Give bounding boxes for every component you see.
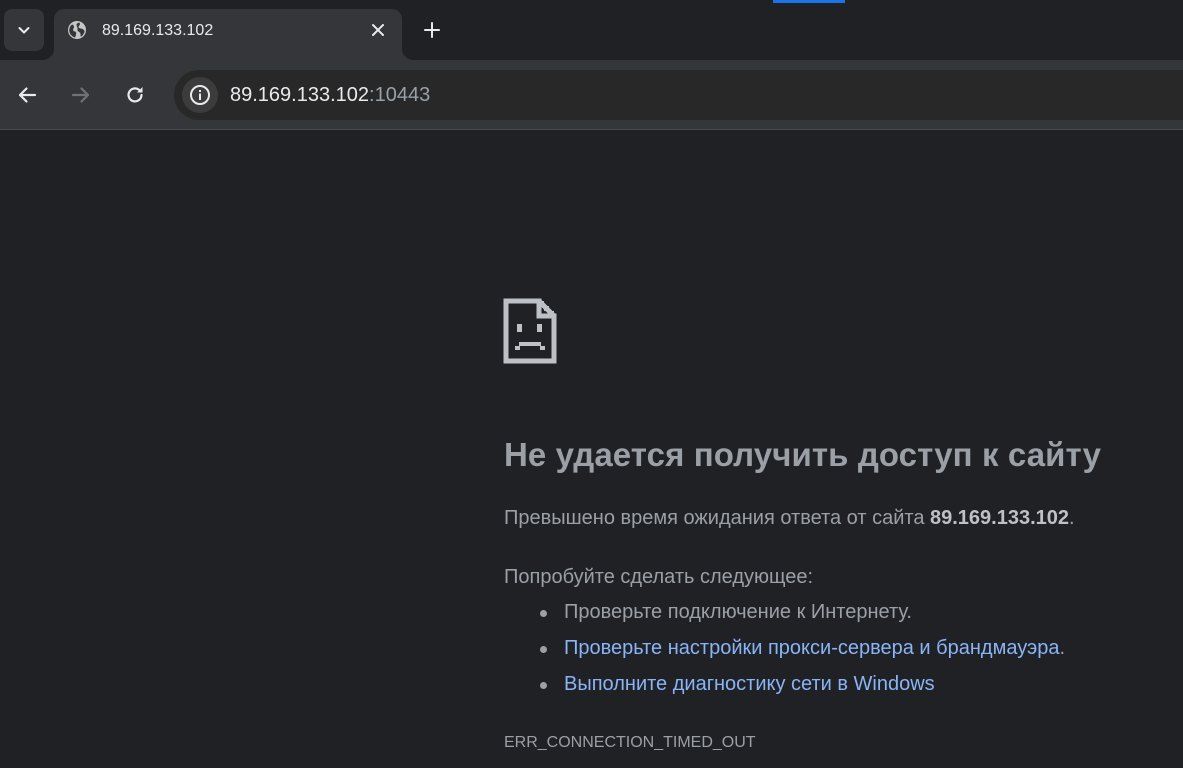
tab-title: 89.169.133.102: [102, 22, 214, 39]
forward-button[interactable]: [63, 77, 99, 113]
link-run-windows-diagnostics[interactable]: Выполните диагностику сети в Windows: [564, 673, 935, 695]
tab-close-button[interactable]: [368, 20, 388, 40]
arrow-right-icon: [71, 87, 90, 103]
suggestions-heading: Попробуйте сделать следующее:: [504, 566, 814, 588]
page-content: Не удается получить доступ к сайту Превы…: [0, 131, 1183, 768]
link-check-proxy-firewall[interactable]: Проверьте настройки прокси-сервера и бра…: [564, 637, 1059, 659]
url-text[interactable]: 89.169.133.102:10443: [230, 84, 430, 107]
url-port: :10443: [369, 84, 431, 106]
top-accent-indicator: [773, 0, 845, 3]
error-description-text: Превышено время ожидания ответа от сайта: [504, 507, 930, 529]
site-info-button[interactable]: [182, 77, 218, 113]
url-host: 89.169.133.102: [230, 84, 370, 106]
chevron-down-icon: [18, 27, 30, 34]
globe-icon: [68, 21, 86, 39]
sad-page-icon: [503, 298, 557, 364]
reload-button[interactable]: [117, 77, 153, 113]
suggestions-list: Проверьте подключение к Интернету. Прове…: [504, 601, 1065, 709]
tab-active[interactable]: 89.169.133.102: [42, 9, 414, 60]
list-item: Проверьте настройки прокси-сервера и бра…: [539, 637, 1066, 673]
reload-icon: [127, 87, 143, 103]
arrow-left-icon: [18, 87, 37, 103]
address-bar[interactable]: 89.169.133.102:10443: [174, 70, 1183, 120]
back-button[interactable]: [9, 77, 45, 113]
error-code: ERR_CONNECTION_TIMED_OUT: [504, 734, 756, 751]
browser-toolbar: 89.169.133.102:10443: [0, 60, 1183, 130]
error-title: Не удается получить доступ к сайту: [504, 436, 1102, 473]
list-item: Выполните диагностику сети в Windows: [539, 673, 1065, 709]
plus-icon: [424, 22, 440, 38]
tab-search-button[interactable]: [4, 9, 44, 51]
suggestion-suffix: .: [1059, 637, 1066, 659]
error-description: Превышено время ожидания ответа от сайта…: [504, 507, 1075, 530]
close-icon: [372, 24, 384, 36]
list-item: Проверьте подключение к Интернету.: [539, 601, 1065, 637]
suggestion-check-connection: Проверьте подключение к Интернету.: [564, 601, 912, 623]
error-host: 89.169.133.102: [930, 507, 1070, 529]
error-description-suffix: .: [1069, 507, 1075, 529]
new-tab-button[interactable]: [416, 14, 448, 46]
info-icon: [190, 85, 210, 105]
tab-strip: 89.169.133.102: [0, 0, 1183, 60]
